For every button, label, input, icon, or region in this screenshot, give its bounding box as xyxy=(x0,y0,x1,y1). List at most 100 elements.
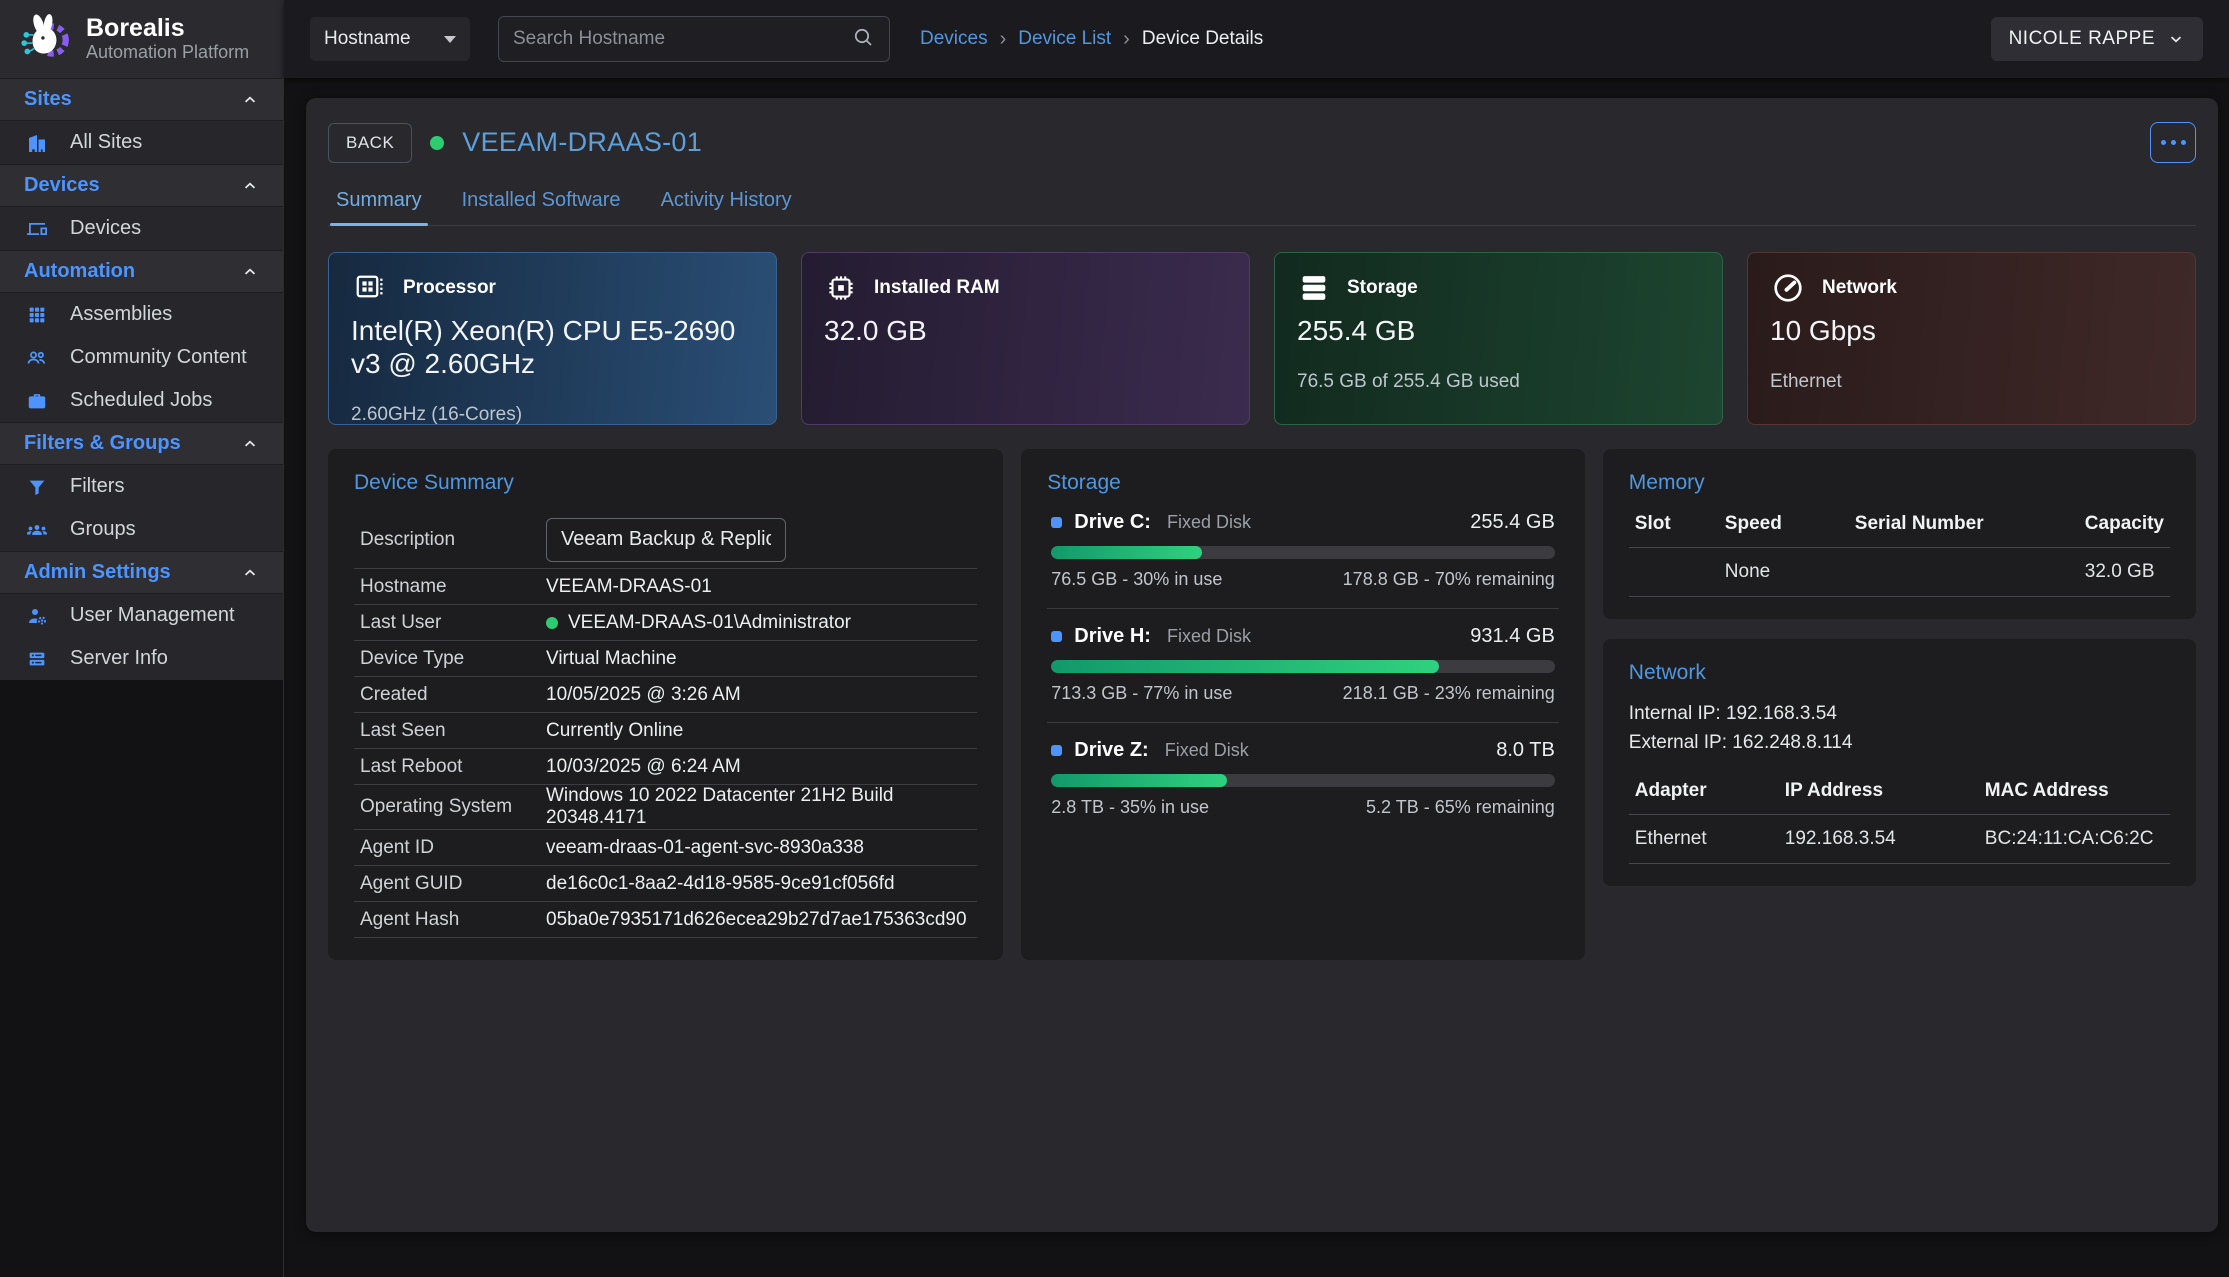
sidebar-item-server-info[interactable]: Server Info xyxy=(0,637,283,680)
device-summary-panel: Device Summary Description Hostname VEEA… xyxy=(328,449,1003,960)
sidebar-section-admin-settings[interactable]: Admin Settings xyxy=(0,551,283,594)
sidebar-item-assemblies[interactable]: Assemblies xyxy=(0,293,283,336)
summary-row-last-seen: Last Seen Currently Online xyxy=(354,713,977,749)
drive-capacity: 255.4 GB xyxy=(1470,511,1555,534)
summary-label: Hostname xyxy=(360,576,546,598)
sidebar-section-sites[interactable]: Sites xyxy=(0,78,283,121)
online-status-dot xyxy=(546,617,558,629)
sidebar-item-all-sites[interactable]: All Sites xyxy=(0,121,283,164)
search-type-value: Hostname xyxy=(324,28,411,50)
summary-row-hostname: Hostname VEEAM-DRAAS-01 xyxy=(354,569,977,605)
breadcrumb: Devices › Device List › Device Details xyxy=(920,28,1263,51)
device-details-card: BACK VEEAM-DRAAS-01 Summary Installed So… xyxy=(306,98,2218,1232)
user-menu-button[interactable]: NICOLE RAPPE xyxy=(1991,17,2203,61)
summary-row-agent-hash: Agent Hash 05ba0e7935171d626ecea29b27d7a… xyxy=(354,902,977,938)
device-header: BACK VEEAM-DRAAS-01 xyxy=(328,122,2196,163)
tab-summary[interactable]: Summary xyxy=(336,189,422,225)
sidebar-item-devices[interactable]: Devices xyxy=(0,207,283,250)
drive-name: Drive H: xyxy=(1074,625,1151,648)
processor-sub: 2.60GHz (16-Cores) xyxy=(351,404,754,426)
drive-type: Fixed Disk xyxy=(1167,512,1251,533)
tab-activity-history[interactable]: Activity History xyxy=(661,189,792,225)
device-name-title: VEEAM-DRAAS-01 xyxy=(462,127,702,158)
sidebar-section-filters-groups[interactable]: Filters & Groups xyxy=(0,422,283,465)
column-header: Capacity xyxy=(2085,513,2164,535)
summary-value: Currently Online xyxy=(546,720,683,742)
sidebar-section-devices[interactable]: Devices xyxy=(0,164,283,207)
device-tabs: Summary Installed Software Activity Hist… xyxy=(328,189,2196,226)
search-input[interactable] xyxy=(513,28,851,50)
drive-usage-bar xyxy=(1051,660,1555,673)
breadcrumb-devices[interactable]: Devices xyxy=(920,28,988,50)
summary-value: 05ba0e7935171d626ecea29b27d7ae175363cd90 xyxy=(546,909,967,931)
dots-icon xyxy=(2161,140,2166,145)
search-box[interactable] xyxy=(498,16,890,62)
drive-name: Drive C: xyxy=(1074,511,1151,534)
column-header: Serial Number xyxy=(1855,513,2085,535)
sidebar-section-automation[interactable]: Automation xyxy=(0,250,283,293)
card-title: Processor xyxy=(403,277,496,299)
drive-used: 2.8 TB - 35% in use xyxy=(1051,797,1209,818)
section-label: Admin Settings xyxy=(24,561,171,584)
storage-card: Storage 255.4 GB 76.5 GB of 255.4 GB use… xyxy=(1274,252,1723,425)
grid-icon xyxy=(24,304,50,326)
section-label: Sites xyxy=(24,88,72,111)
brand-subtitle: Automation Platform xyxy=(86,42,249,63)
memory-capacity: 32.0 GB xyxy=(2085,561,2164,583)
drive-used: 713.3 GB - 77% in use xyxy=(1051,683,1232,704)
sidebar-item-community-content[interactable]: Community Content xyxy=(0,336,283,379)
drive-remaining: 218.1 GB - 23% remaining xyxy=(1343,683,1555,704)
description-input[interactable] xyxy=(546,518,786,562)
breadcrumb-separator: › xyxy=(1123,28,1130,51)
external-ip: External IP: 162.248.8.114 xyxy=(1629,728,2170,757)
column-header: MAC Address xyxy=(1985,780,2164,802)
chevron-down-icon xyxy=(2167,30,2185,48)
logo-area: Borealis Automation Platform xyxy=(0,0,284,78)
detail-panels: Device Summary Description Hostname VEEA… xyxy=(328,449,2196,960)
network-value: 10 Gbps xyxy=(1770,314,2173,347)
drive-remaining: 178.8 GB - 70% remaining xyxy=(1343,569,1555,590)
memory-panel: Memory Slot Speed Serial Number Capacity… xyxy=(1603,449,2196,619)
chevron-up-icon xyxy=(241,177,259,195)
summary-label: Description xyxy=(360,529,546,551)
internal-ip: Internal IP: 192.168.3.54 xyxy=(1629,699,2170,728)
network-sub: Ethernet xyxy=(1770,371,2173,393)
drive-usage-bar xyxy=(1051,546,1555,559)
ram-card: Installed RAM 32.0 GB xyxy=(801,252,1250,425)
summary-value: VEEAM-DRAAS-01 xyxy=(546,576,712,598)
memory-table-header: Slot Speed Serial Number Capacity xyxy=(1629,513,2170,548)
sidebar-item-label: Scheduled Jobs xyxy=(70,389,212,412)
summary-label: Created xyxy=(360,684,546,706)
memory-table-row: None 32.0 GB xyxy=(1629,548,2170,597)
topbar-right: Hostname Devices › Device List › Device … xyxy=(284,0,2229,78)
drive-type: Fixed Disk xyxy=(1167,626,1251,647)
chevron-up-icon xyxy=(241,564,259,582)
search-type-select[interactable]: Hostname xyxy=(310,17,470,61)
processor-value: Intel(R) Xeon(R) CPU E5-2690 v3 @ 2.60GH… xyxy=(351,314,754,380)
drive-row-c: Drive C: Fixed Disk 255.4 GB 76.5 GB - 3… xyxy=(1047,495,1559,609)
breadcrumb-device-list[interactable]: Device List xyxy=(1018,28,1111,50)
sidebar-item-user-management[interactable]: User Management xyxy=(0,594,283,637)
summary-row-created: Created 10/05/2025 @ 3:26 AM xyxy=(354,677,977,713)
summary-value: de16c0c1-8aa2-4d18-9585-9ce91cf056fd xyxy=(546,873,895,895)
summary-row-agent-id: Agent ID veeam-draas-01-agent-svc-8930a3… xyxy=(354,830,977,866)
more-actions-button[interactable] xyxy=(2150,122,2196,163)
drive-row-z: Drive Z: Fixed Disk 8.0 TB 2.8 TB - 35% … xyxy=(1047,723,1559,836)
summary-label: Last User xyxy=(360,612,546,634)
sidebar-item-scheduled-jobs[interactable]: Scheduled Jobs xyxy=(0,379,283,422)
panel-title: Device Summary xyxy=(354,471,977,495)
sidebar-item-groups[interactable]: Groups xyxy=(0,508,283,551)
sidebar-item-filters[interactable]: Filters xyxy=(0,465,283,508)
tab-installed-software[interactable]: Installed Software xyxy=(462,189,621,225)
building-icon xyxy=(24,131,50,155)
panel-title: Storage xyxy=(1047,471,1559,495)
back-button[interactable]: BACK xyxy=(328,123,412,163)
storage-sub: 76.5 GB of 255.4 GB used xyxy=(1297,371,1700,393)
right-column: Memory Slot Speed Serial Number Capacity… xyxy=(1603,449,2196,886)
dots-icon xyxy=(2181,140,2186,145)
sidebar-item-label: Groups xyxy=(70,518,136,541)
chevron-down-icon xyxy=(444,36,456,43)
cpu-icon xyxy=(351,270,387,306)
stat-cards: Processor Intel(R) Xeon(R) CPU E5-2690 v… xyxy=(328,252,2196,425)
network-card: Network 10 Gbps Ethernet xyxy=(1747,252,2196,425)
